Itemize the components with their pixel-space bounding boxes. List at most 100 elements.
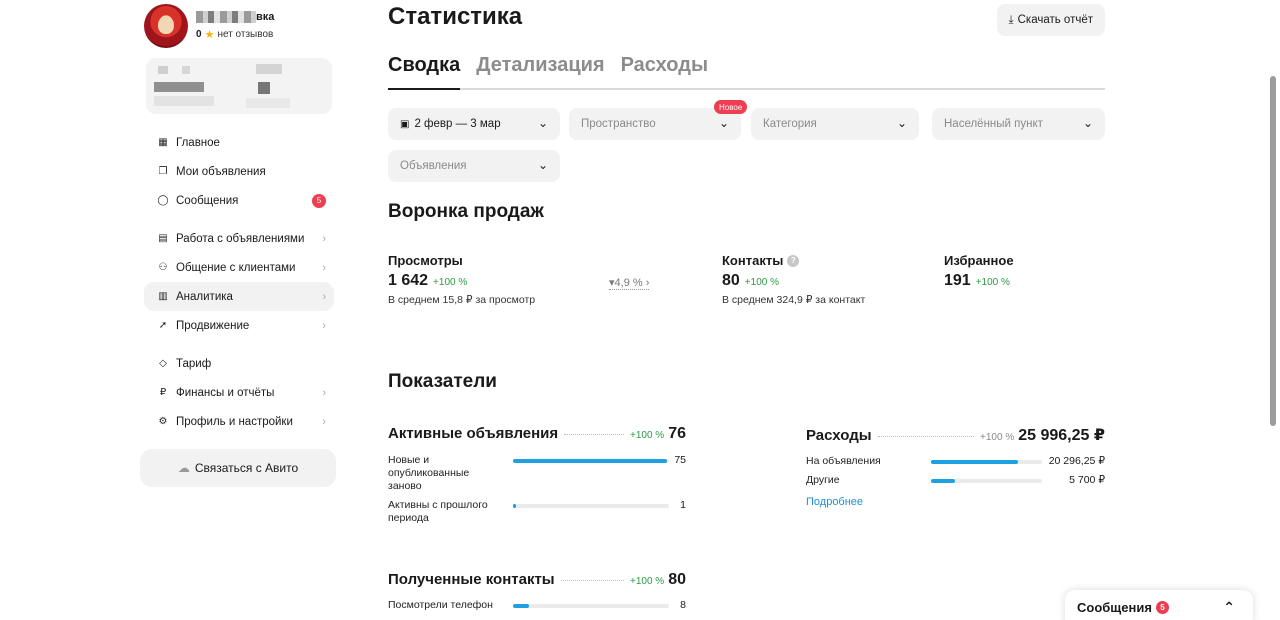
clipboard-icon: ▤: [158, 233, 168, 244]
info-icon[interactable]: ?: [787, 254, 800, 267]
chevron-right-icon: ›: [322, 386, 326, 399]
avatar[interactable]: [144, 4, 188, 48]
users-icon: ⚇: [158, 262, 168, 273]
favorites-delta: +100 %: [975, 277, 1010, 288]
ads-placeholder: Объявления: [400, 160, 467, 172]
messages-panel[interactable]: Сообщения 5 ⌃: [1065, 590, 1253, 620]
sidebar-nav: ▦ Главное ❐ Мои объявления ◯ Сообщения 5…: [144, 128, 334, 436]
redacted-name: [196, 11, 256, 23]
page-title: Статистика: [388, 3, 523, 30]
contacts-delta: +100 %: [744, 277, 779, 288]
download-report-button[interactable]: ⤓ Скачать отчёт: [996, 4, 1105, 36]
favorites-value: 191: [944, 272, 971, 289]
conversion-indicator[interactable]: ▾4,9 % ›: [609, 276, 650, 290]
contacts-label: Контакты: [722, 253, 784, 268]
contacts-label-row: Контакты ?: [722, 253, 865, 268]
messages-panel-label: Сообщения: [1077, 599, 1152, 615]
active-ads-delta: +100 %: [630, 430, 665, 441]
expenses-delta: +100 %: [980, 432, 1015, 443]
metric-favorites: Избранное 191 +100 %: [944, 253, 1014, 290]
sidebar-item-analytics[interactable]: ▥ Аналитика ›: [144, 282, 334, 311]
views-sub: В среднем 15,8 ₽ за просмотр: [388, 294, 536, 306]
received-contacts-total: 80: [668, 571, 686, 588]
sidebar-item-profile-settings[interactable]: ⚙ Профиль и настройки ›: [144, 407, 334, 436]
chevron-right-icon: ›: [322, 261, 326, 274]
chevron-right-icon: ›: [322, 415, 326, 428]
profile-rating[interactable]: 0 ★ нет отзывов: [196, 28, 274, 41]
sidebar-item-my-ads[interactable]: ❐ Мои объявления: [144, 157, 334, 186]
sidebar-item-label: Аналитика: [176, 290, 233, 303]
redacted-account-block: [146, 58, 332, 114]
contacts-row-phone-value: 8: [680, 599, 686, 611]
sidebar-item-ads-work[interactable]: ▤ Работа с объявлениями ›: [144, 224, 334, 253]
views-value: 1 642: [388, 272, 429, 289]
sidebar-item-clients[interactable]: ⚇ Общение с клиентами ›: [144, 253, 334, 282]
chevron-right-icon: ›: [322, 290, 326, 303]
chevron-down-icon: ⌄: [1082, 116, 1093, 130]
views-label: Просмотры: [388, 253, 463, 268]
active-ads-header: Активные объявления +100 % 76: [388, 425, 686, 443]
active-ads-row-new-label: Новые и опубликованные заново: [388, 454, 470, 492]
date-range-select[interactable]: ▣ 2 февр — 3 мар ⌄: [388, 108, 560, 140]
reviews-text: нет отзывов: [217, 29, 274, 40]
sidebar-item-label: Сообщения: [176, 194, 239, 207]
sidebar-item-label: Продвижение: [176, 319, 250, 332]
category-select[interactable]: Категория ⌄: [751, 108, 919, 140]
expenses-row-other-value: 5 700 ₽: [1069, 474, 1105, 486]
locality-placeholder: Населённый пункт: [944, 118, 1043, 130]
active-ads-total: 76: [668, 425, 686, 442]
active-ads-row-prev-bar: [513, 504, 669, 508]
sidebar-item-label: Общение с клиентами: [176, 261, 296, 274]
sidebar-item-tariff[interactable]: ◇ Тариф: [144, 349, 334, 378]
chevron-up-icon[interactable]: ⌃: [1223, 599, 1235, 616]
metric-contacts: Контакты ? 80 +100 % В среднем 324,9 ₽ з…: [722, 253, 865, 306]
sidebar-item-main[interactable]: ▦ Главное: [144, 128, 334, 157]
expenses-title: Расходы: [806, 427, 872, 444]
expenses-row-ads-label: На объявления: [806, 455, 881, 467]
download-icon: ⤓: [1008, 13, 1014, 26]
active-ads-row-prev-label: Активны с прошлого периода: [388, 499, 488, 524]
tab-summary[interactable]: Сводка: [388, 52, 461, 90]
ads-select[interactable]: Объявления ⌄: [388, 150, 560, 182]
profile-card[interactable]: вка 0 ★ нет отзывов: [144, 4, 274, 48]
expenses-row-other-bar: [931, 479, 1042, 483]
chevron-down-icon: ⌄: [537, 116, 548, 130]
sidebar-item-label: Профиль и настройки: [176, 415, 293, 428]
expenses-more-link[interactable]: Подробнее: [806, 496, 863, 508]
tab-details[interactable]: Детализация: [476, 52, 604, 88]
favorites-label: Избранное: [944, 253, 1014, 268]
calendar-icon: ▣: [400, 118, 410, 130]
contacts-sub: В среднем 324,9 ₽ за контакт: [722, 294, 866, 306]
indicators-title: Показатели: [388, 371, 497, 392]
sidebar-item-finance[interactable]: ₽ Финансы и отчёты ›: [144, 378, 334, 407]
copy-icon: ❐: [158, 166, 168, 177]
space-placeholder: Пространство: [581, 118, 656, 130]
metric-views: Просмотры 1 642 +100 % В среднем 15,8 ₽ …: [388, 253, 535, 306]
tab-expenses[interactable]: Расходы: [621, 52, 708, 88]
sidebar-item-promotion[interactable]: ➚ Продвижение ›: [144, 311, 334, 340]
active-ads-row-new-fill: [513, 459, 668, 463]
diamond-icon: ◇: [159, 358, 167, 369]
sidebar-item-messages[interactable]: ◯ Сообщения 5: [144, 186, 334, 215]
contacts-row-phone-fill: [513, 604, 529, 608]
space-select[interactable]: Пространство ⌄: [569, 108, 741, 140]
contact-avito-label: Связаться с Авито: [194, 461, 299, 475]
locality-select[interactable]: Населённый пункт ⌄: [932, 108, 1105, 140]
favorites-value-row: 191 +100 %: [944, 272, 1014, 290]
funnel-title: Воронка продаж: [388, 201, 544, 222]
category-placeholder: Категория: [763, 118, 817, 130]
settings-icon: ⚙: [158, 416, 168, 427]
expenses-row-other-label: Другие: [806, 474, 840, 486]
expenses-row-ads-bar: [931, 460, 1042, 464]
chevron-right-icon: ›: [322, 319, 326, 332]
contact-avito-button[interactable]: ☁ Связаться с Авито: [140, 449, 336, 487]
contacts-value-row: 80 +100 %: [722, 272, 865, 290]
page-scrollbar[interactable]: [1270, 76, 1276, 426]
sidebar: вка 0 ★ нет отзывов ▦ Главное ❐ Мои объя…: [140, 0, 340, 620]
grid-icon: ▦: [158, 137, 168, 148]
active-ads-row-new-bar: [513, 459, 669, 463]
messages-panel-badge: 5: [1155, 600, 1169, 614]
profile-name[interactable]: вка: [196, 11, 274, 23]
download-report-label: Скачать отчёт: [1017, 14, 1093, 26]
active-ads-title: Активные объявления: [388, 425, 559, 442]
